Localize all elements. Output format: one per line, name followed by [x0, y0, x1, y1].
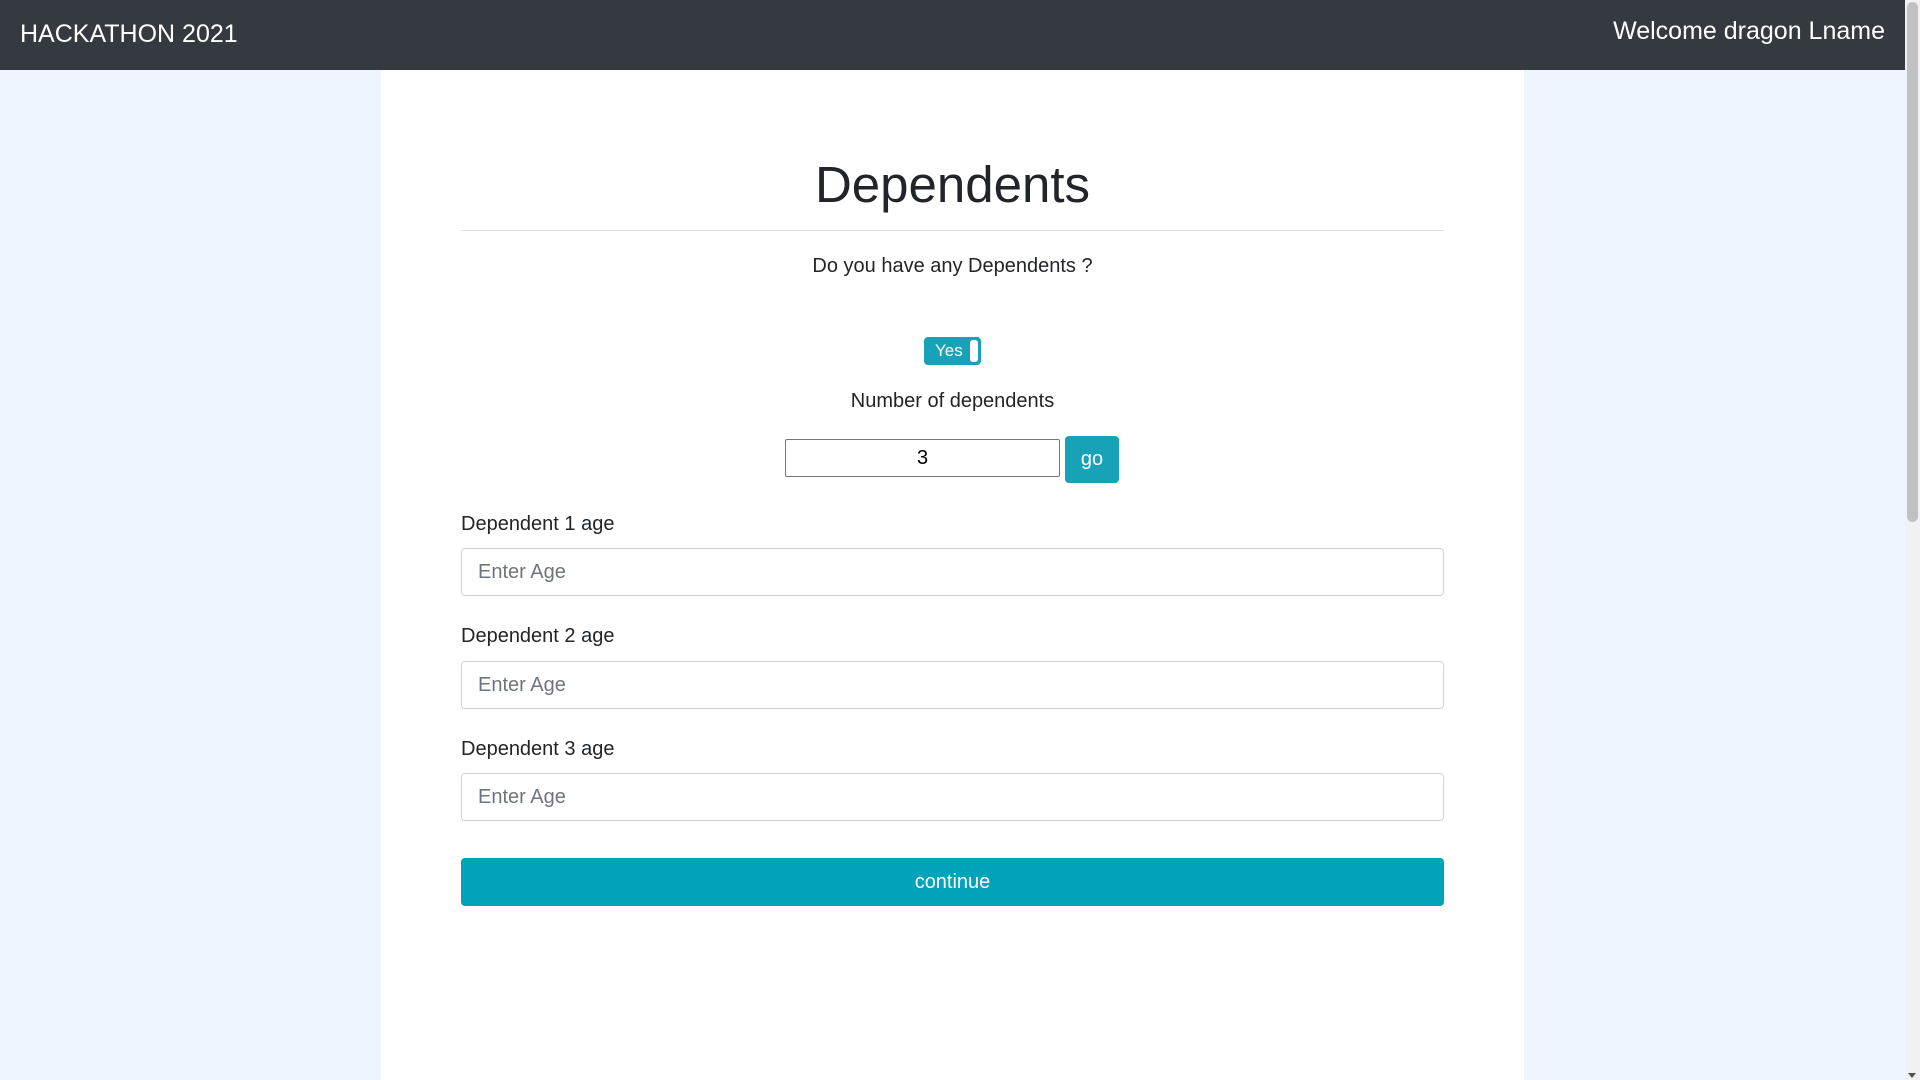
scroll-down-arrow-icon[interactable]: [1908, 1073, 1916, 1078]
page-title: Dependents: [814, 156, 1091, 213]
dependent-1-age-input[interactable]: [461, 548, 1444, 596]
toggle-knob: [970, 340, 978, 362]
number-of-dependents-input[interactable]: [785, 439, 1060, 477]
dependent-3-age-input[interactable]: [461, 773, 1444, 821]
toggle-label: Yes: [935, 341, 963, 360]
number-of-dependents-label: Number of dependents: [850, 390, 1055, 412]
title-divider: [461, 230, 1444, 231]
page-scrollbar[interactable]: [1905, 0, 1920, 1080]
has-dependents-toggle[interactable]: Yes: [924, 337, 981, 365]
dependents-question: Do you have any Dependents ?: [812, 255, 1093, 277]
top-navbar: HACKATHON 2021 Welcome dragon Lname: [0, 0, 1905, 70]
go-button[interactable]: go: [1065, 436, 1119, 483]
dependents-panel: Dependents Do you have any Dependents ? …: [381, 70, 1524, 1080]
dependent-3-age-label: Dependent 3 age: [461, 738, 615, 760]
welcome-user-text: Welcome dragon Lname: [1613, 17, 1885, 45]
dependent-1-age-label: Dependent 1 age: [461, 513, 615, 535]
scrollbar-thumb[interactable]: [1907, 2, 1918, 522]
dependent-2-age-label: Dependent 2 age: [461, 625, 615, 647]
continue-button[interactable]: continue: [461, 858, 1444, 906]
dependent-2-age-input[interactable]: [461, 661, 1444, 709]
brand-title[interactable]: HACKATHON 2021: [20, 18, 238, 50]
